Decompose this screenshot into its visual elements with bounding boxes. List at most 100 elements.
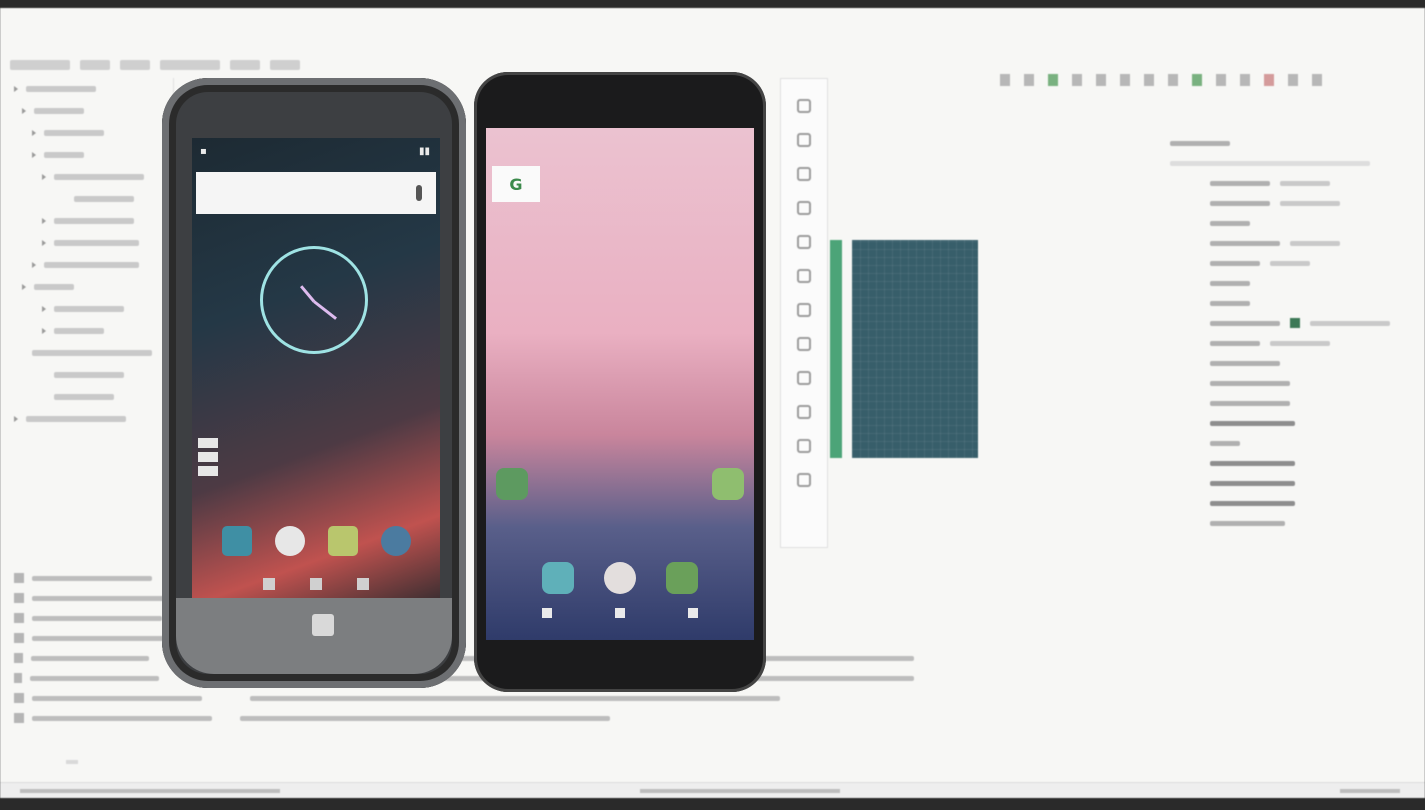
- tool-tab-active[interactable]: [66, 760, 78, 764]
- palette-tool-icon[interactable]: [797, 439, 811, 453]
- mic-icon[interactable]: [416, 185, 422, 201]
- attribute-row[interactable]: [1170, 473, 1400, 493]
- app-icon[interactable]: [542, 562, 574, 594]
- palette-tool-icon[interactable]: [797, 201, 811, 215]
- palette-tool-icon[interactable]: [797, 371, 811, 385]
- tree-item[interactable]: [14, 408, 173, 430]
- blueprint-preview[interactable]: [852, 240, 978, 458]
- launcher-handle[interactable]: [198, 438, 218, 488]
- attribute-row[interactable]: [1170, 413, 1400, 433]
- toolbar-icon[interactable]: [1144, 74, 1154, 86]
- attribute-row[interactable]: [1170, 193, 1400, 213]
- sync-icon[interactable]: [1192, 74, 1202, 86]
- clock-widget[interactable]: [260, 246, 368, 354]
- toolbar-icon[interactable]: [1024, 74, 1034, 86]
- run-icon[interactable]: [1048, 74, 1058, 86]
- palette-tool-icon[interactable]: [797, 473, 811, 487]
- attribute-row[interactable]: [1170, 213, 1400, 233]
- palette-tool-icon[interactable]: [797, 405, 811, 419]
- tree-item[interactable]: [14, 386, 173, 408]
- tree-item[interactable]: [14, 232, 173, 254]
- toolbar-icon[interactable]: [1096, 74, 1106, 86]
- app-drawer-icon[interactable]: [604, 562, 636, 594]
- tree-item[interactable]: [14, 254, 173, 276]
- attribute-row[interactable]: [1170, 493, 1400, 513]
- attribute-row[interactable]: [1170, 293, 1400, 313]
- checkbox-checked-icon[interactable]: [1290, 318, 1300, 328]
- attribute-row[interactable]: [1170, 433, 1400, 453]
- attribute-row[interactable]: [1170, 173, 1400, 193]
- back-button[interactable]: [263, 578, 276, 590]
- tree-item[interactable]: [14, 166, 173, 188]
- palette-tool-icon[interactable]: [797, 337, 811, 351]
- home-button[interactable]: [312, 614, 334, 636]
- palette-tool-icon[interactable]: [797, 167, 811, 181]
- breadcrumb-chip[interactable]: [120, 60, 150, 70]
- palette-tool-icon[interactable]: [797, 133, 811, 147]
- tool-tab[interactable]: [92, 760, 104, 764]
- breadcrumb-chip[interactable]: [270, 60, 300, 70]
- app-icon[interactable]: [327, 526, 358, 556]
- breadcrumb-chip[interactable]: [230, 60, 260, 70]
- tree-item[interactable]: [14, 144, 173, 166]
- toolbar-icon[interactable]: [1312, 74, 1322, 86]
- toolbar-icon[interactable]: [1168, 74, 1178, 86]
- tree-item[interactable]: [14, 210, 173, 232]
- palette-tool-icon[interactable]: [797, 269, 811, 283]
- log-row[interactable]: [14, 668, 914, 688]
- tree-item[interactable]: [14, 364, 173, 386]
- tree-item[interactable]: [14, 276, 173, 298]
- attribute-row[interactable]: [1170, 393, 1400, 413]
- tree-item[interactable]: [14, 100, 173, 122]
- tool-tab[interactable]: [118, 760, 130, 764]
- status-indicator[interactable]: [1340, 789, 1400, 793]
- home-nav-button[interactable]: [309, 578, 322, 590]
- app-drawer-icon[interactable]: [274, 526, 305, 556]
- app-icon[interactable]: [712, 468, 744, 500]
- palette-tool-icon[interactable]: [797, 99, 811, 113]
- attribute-row[interactable]: [1170, 353, 1400, 373]
- tool-tab[interactable]: [40, 760, 52, 764]
- tree-item[interactable]: [14, 188, 173, 210]
- tree-item[interactable]: [14, 320, 173, 342]
- attribute-row[interactable]: [1170, 453, 1400, 473]
- tool-tab[interactable]: [14, 760, 26, 764]
- recents-button[interactable]: [688, 608, 698, 618]
- attribute-row[interactable]: [1170, 313, 1400, 333]
- palette-tool-icon[interactable]: [797, 235, 811, 249]
- toolbar-icon[interactable]: [1072, 74, 1082, 86]
- breadcrumb-chip[interactable]: [160, 60, 220, 70]
- breadcrumb-chip[interactable]: [10, 60, 70, 70]
- attribute-row[interactable]: [1170, 513, 1400, 533]
- attribute-row[interactable]: [1170, 373, 1400, 393]
- app-icon[interactable]: [666, 562, 698, 594]
- toolbar-icon[interactable]: [1288, 74, 1298, 86]
- stop-icon[interactable]: [1264, 74, 1274, 86]
- attribute-row[interactable]: [1170, 273, 1400, 293]
- recents-button[interactable]: [356, 578, 369, 590]
- toolbar-icon[interactable]: [1216, 74, 1226, 86]
- tree-item[interactable]: [14, 78, 173, 100]
- app-icon[interactable]: [221, 526, 252, 556]
- tree-item[interactable]: [14, 342, 173, 364]
- tree-item[interactable]: [14, 122, 173, 144]
- log-row[interactable]: [14, 688, 914, 708]
- search-bar[interactable]: [196, 172, 436, 214]
- attribute-row[interactable]: [1170, 253, 1400, 273]
- palette-tool-icon[interactable]: [797, 303, 811, 317]
- log-row[interactable]: [14, 708, 914, 728]
- back-button[interactable]: [542, 608, 552, 618]
- browser-icon[interactable]: [380, 526, 411, 556]
- toolbar-icon[interactable]: [1240, 74, 1250, 86]
- tree-item[interactable]: [14, 298, 173, 320]
- toolbar-icon[interactable]: [1000, 74, 1010, 86]
- attribute-row[interactable]: [1170, 233, 1400, 253]
- toolbar-icon[interactable]: [1120, 74, 1130, 86]
- google-search-chip[interactable]: G: [492, 166, 540, 202]
- breadcrumb-chip[interactable]: [80, 60, 110, 70]
- attribute-row[interactable]: [1170, 333, 1400, 353]
- app-icon[interactable]: [496, 468, 528, 500]
- home-nav-button[interactable]: [615, 608, 625, 618]
- attribute-row[interactable]: [1170, 153, 1400, 173]
- phone-screen: ▪ ▮▮: [192, 138, 440, 598]
